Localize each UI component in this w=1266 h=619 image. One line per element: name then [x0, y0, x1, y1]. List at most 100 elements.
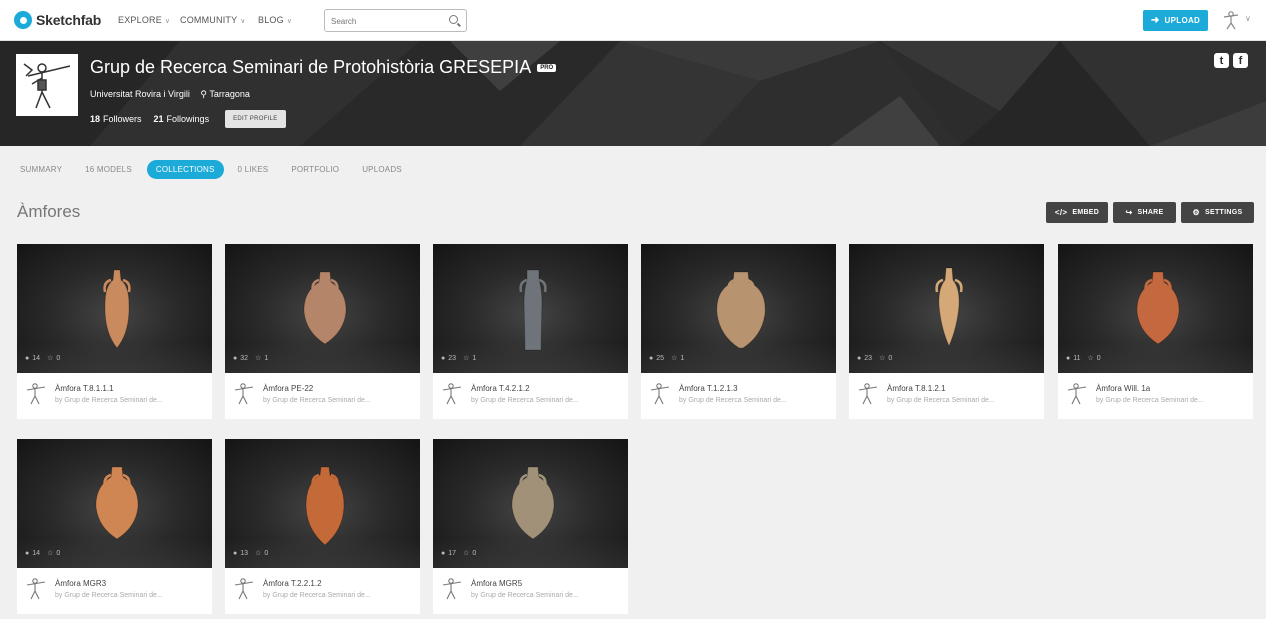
author-avatar[interactable]	[25, 381, 47, 407]
star-icon: ☆	[255, 355, 262, 362]
model-thumbnail[interactable]: ● 11 ☆ 0	[1058, 244, 1253, 373]
model-title[interactable]: Àmfora MGR5	[471, 579, 522, 588]
model-thumbnail[interactable]: ● 23 ☆ 0	[849, 244, 1044, 373]
like-count: 0	[264, 549, 269, 557]
star-icon: ☆	[255, 550, 262, 557]
model-thumbnail[interactable]: ● 14 ☆ 0	[17, 244, 212, 373]
model-thumbnail[interactable]: ● 25 ☆ 1	[641, 244, 836, 373]
nav-explore[interactable]: EXPLORE ∨	[118, 15, 170, 25]
tab-likes[interactable]: 0 LIKES	[238, 165, 269, 174]
followers-link[interactable]: 18 Followers	[90, 114, 154, 124]
tab-collections[interactable]: COLLECTIONS	[146, 159, 224, 179]
star-icon: ☆	[463, 550, 470, 557]
tab-models[interactable]: 16 MODELS	[85, 165, 132, 174]
profile-banner: Grup de Recerca Seminari de Protohistòri…	[0, 41, 1266, 146]
nav-community[interactable]: COMMUNITY ∨	[180, 15, 246, 25]
nav-blog[interactable]: BLOG ∨	[258, 15, 292, 25]
user-avatar[interactable]	[1220, 9, 1242, 31]
author-avatar[interactable]	[25, 576, 47, 602]
like-count: 1	[472, 354, 477, 362]
location-pin-icon: ⚲	[200, 89, 207, 99]
embed-button[interactable]: </> EMBED	[1046, 202, 1108, 223]
model-author[interactable]: by Grup de Recerca Seminari de...	[55, 592, 163, 599]
upload-icon: ➜	[1150, 15, 1160, 26]
profile-location: Tarragona	[209, 89, 250, 99]
model-author[interactable]: by Grup de Recerca Seminari de...	[263, 397, 371, 404]
model-thumbnail[interactable]: ● 23 ☆ 1	[433, 244, 628, 373]
model-card[interactable]: ● 25 ☆ 1 Àmfora T.1.2.1.3 by Grup de Recerca …	[641, 244, 836, 419]
eye-icon: ●	[233, 549, 238, 557]
model-title[interactable]: Àmfora T.2.2.1.2	[263, 579, 322, 588]
profile-avatar[interactable]	[16, 54, 78, 116]
model-card[interactable]: ● 23 ☆ 1 Àmfora T.4.2.1.2 by Grup de Recerca …	[433, 244, 628, 419]
profile-name: Grup de Recerca Seminari de Protohistòri…	[90, 57, 557, 78]
share-button[interactable]: ↪ SHARE	[1113, 202, 1176, 223]
share-label: SHARE	[1137, 209, 1164, 216]
view-count: 14	[32, 354, 41, 362]
twitter-icon[interactable]: t	[1214, 53, 1229, 68]
model-title[interactable]: Àmfora PE-22	[263, 384, 313, 393]
model-card[interactable]: ● 23 ☆ 0 Àmfora T.8.1.2.1 by Grup de Recerca …	[849, 244, 1044, 419]
model-title[interactable]: Àmfora Will. 1a	[1096, 384, 1150, 393]
model-author[interactable]: by Grup de Recerca Seminari de...	[1096, 397, 1204, 404]
account-chevron-down-icon[interactable]: ∨	[1245, 14, 1251, 23]
model-card[interactable]: ● 17 ☆ 0 Àmfora MGR5 by Grup de Recerca Semin…	[433, 439, 628, 614]
tab-summary[interactable]: SUMMARY	[20, 165, 62, 174]
embed-label: EMBED	[1072, 209, 1100, 216]
search-input[interactable]	[331, 14, 441, 28]
eye-icon: ●	[857, 354, 862, 362]
model-title[interactable]: Àmfora T.8.1.2.1	[887, 384, 946, 393]
upload-button[interactable]: ➜ UPLOAD	[1143, 10, 1208, 31]
model-stats: ● 23 ☆ 1	[441, 354, 477, 363]
model-stats: ● 14 ☆ 0	[25, 354, 61, 363]
search-box[interactable]	[324, 9, 467, 32]
model-author[interactable]: by Grup de Recerca Seminari de...	[679, 397, 787, 404]
model-card[interactable]: ● 14 ☆ 0 Àmfora T.8.1.1.1 by Grup de Recerca …	[17, 244, 212, 419]
author-avatar[interactable]	[441, 381, 463, 407]
model-author[interactable]: by Grup de Recerca Seminari de...	[471, 397, 579, 404]
nav-blog-label: BLOG	[258, 15, 284, 25]
tab-portfolio[interactable]: PORTFOLIO	[291, 165, 339, 174]
tab-uploads[interactable]: UPLOADS	[362, 165, 402, 174]
model-thumbnail[interactable]: ● 32 ☆ 1	[225, 244, 420, 373]
model-thumbnail[interactable]: ● 14 ☆ 0	[17, 439, 212, 568]
author-avatar[interactable]	[233, 381, 255, 407]
model-author[interactable]: by Grup de Recerca Seminari de...	[55, 397, 163, 404]
author-avatar[interactable]	[233, 576, 255, 602]
model-title[interactable]: Àmfora T.1.2.1.3	[679, 384, 738, 393]
star-icon: ☆	[1087, 355, 1094, 362]
profile-tabs: SUMMARY 16 MODELS COLLECTIONS 0 LIKES PO…	[20, 159, 425, 179]
sketchfab-logo[interactable]: Sketchfab	[14, 11, 101, 29]
star-icon: ☆	[671, 355, 678, 362]
model-stats: ● 14 ☆ 0	[25, 549, 60, 558]
model-card[interactable]: ● 14 ☆ 0 Àmfora MGR3 by Grup de Recerca Semin…	[17, 439, 212, 614]
profile-affiliation: Universitat Rovira i Virgili	[90, 89, 190, 99]
sketchfab-logo-icon	[14, 11, 32, 29]
model-thumbnail[interactable]: ● 17 ☆ 0	[433, 439, 628, 568]
followings-label: Followings	[166, 114, 210, 124]
edit-profile-button[interactable]: EDIT PROFILE	[225, 110, 286, 128]
model-title[interactable]: Àmfora MGR3	[55, 579, 106, 588]
model-author[interactable]: by Grup de Recerca Seminari de...	[263, 592, 371, 599]
model-stats: ● 13 ☆ 0	[233, 549, 269, 558]
model-card[interactable]: ● 13 ☆ 0 Àmfora T.2.2.1.2 by Grup de Recerca …	[225, 439, 420, 614]
like-count: 0	[56, 354, 61, 362]
settings-button[interactable]: ⚙ SETTINGS	[1181, 202, 1254, 223]
model-author[interactable]: by Grup de Recerca Seminari de...	[471, 592, 579, 599]
model-card[interactable]: ● 11 ☆ 0 Àmfora Will. 1a by Grup de Recerca S…	[1058, 244, 1253, 419]
author-avatar[interactable]	[441, 576, 463, 602]
author-avatar[interactable]	[1066, 381, 1088, 407]
author-avatar[interactable]	[857, 381, 879, 407]
facebook-icon[interactable]: f	[1233, 53, 1248, 68]
model-thumbnail[interactable]: ● 13 ☆ 0	[225, 439, 420, 568]
model-title[interactable]: Àmfora T.8.1.1.1	[55, 384, 114, 393]
model-author[interactable]: by Grup de Recerca Seminari de...	[887, 397, 995, 404]
star-icon: ☆	[47, 355, 54, 362]
followings-link[interactable]: 21 Followings	[154, 114, 222, 124]
brand-name: Sketchfab	[36, 12, 102, 28]
model-title[interactable]: Àmfora T.4.2.1.2	[471, 384, 530, 393]
model-card[interactable]: ● 32 ☆ 1 Àmfora PE-22 by Grup de Recerca Semi…	[225, 244, 420, 419]
author-avatar[interactable]	[649, 381, 671, 407]
eye-icon: ●	[441, 549, 446, 557]
search-icon[interactable]	[449, 15, 458, 24]
